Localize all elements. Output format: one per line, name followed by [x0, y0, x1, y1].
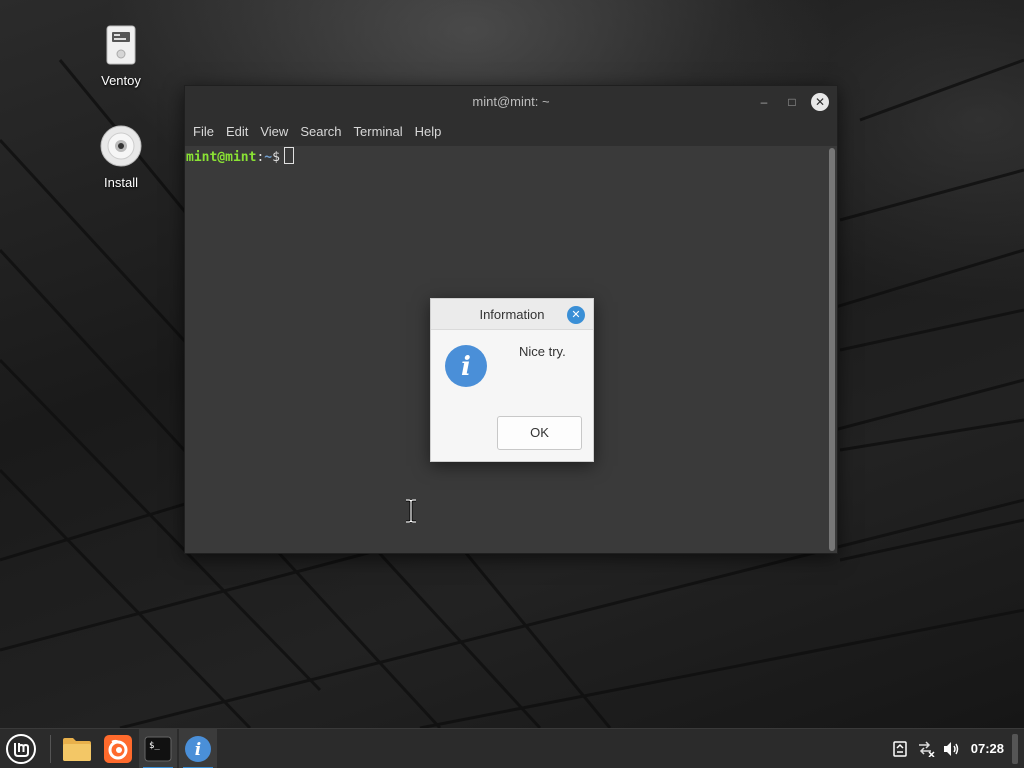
- desktop-icon-label: Ventoy: [101, 73, 141, 88]
- dialog-title: Information: [479, 307, 545, 322]
- firefox-icon: [104, 735, 132, 763]
- terminal-icon-glyph: $_: [149, 741, 160, 751]
- maximize-button[interactable]: □: [783, 93, 801, 111]
- desktop: Ventoy Install mint@mint: ~ – □ ✕ File E…: [0, 0, 1024, 728]
- menu-view[interactable]: View: [256, 118, 296, 146]
- files-launcher[interactable]: [58, 729, 96, 768]
- firefox-launcher[interactable]: [99, 729, 137, 768]
- ibeam-cursor-icon: [406, 499, 416, 523]
- minimize-button[interactable]: –: [755, 93, 773, 111]
- info-icon-glyph: i: [195, 740, 201, 760]
- desktop-icon-label: Install: [104, 175, 138, 190]
- clipboard-tray-button[interactable]: [887, 729, 913, 768]
- clock[interactable]: 07:28: [965, 729, 1012, 768]
- desktop-icon-ventoy[interactable]: Ventoy: [81, 24, 161, 88]
- terminal-taskbar-button[interactable]: $_: [139, 729, 177, 768]
- text-cursor: [283, 147, 294, 164]
- prompt-path: ~: [264, 150, 273, 165]
- menu-file[interactable]: File: [189, 118, 222, 146]
- desktop-icon-install[interactable]: Install: [81, 124, 161, 190]
- prompt-symbol: $: [272, 150, 280, 165]
- disc-icon: [100, 125, 142, 167]
- terminal-icon: $_: [144, 736, 172, 762]
- info-icon-glyph: i: [461, 352, 471, 382]
- info-dialog-taskbar-button[interactable]: i: [179, 729, 217, 768]
- dialog-close-button[interactable]: ✕: [567, 306, 585, 324]
- system-tray: 07:28: [887, 729, 1024, 768]
- prompt-user: mint@mint: [186, 150, 257, 165]
- info-icon: i: [185, 736, 211, 762]
- taskbar: $_ i 07:28: [0, 728, 1024, 768]
- dialog-titlebar[interactable]: Information ✕: [431, 299, 593, 330]
- ok-button[interactable]: OK: [497, 416, 582, 450]
- panel-grip[interactable]: [1012, 734, 1018, 764]
- menu-terminal[interactable]: Terminal: [350, 118, 411, 146]
- network-disconnected-icon: [918, 741, 935, 757]
- terminal-titlebar[interactable]: mint@mint: ~ – □ ✕: [185, 86, 837, 118]
- menu-help[interactable]: Help: [411, 118, 450, 146]
- info-icon: i: [445, 345, 487, 392]
- mint-menu-icon: [6, 734, 36, 764]
- usb-drive-icon: [106, 25, 136, 65]
- menu-search[interactable]: Search: [296, 118, 349, 146]
- information-dialog: Information ✕ i Nice try. OK: [430, 298, 594, 462]
- terminal-scrollbar[interactable]: [829, 148, 835, 551]
- close-button[interactable]: ✕: [811, 93, 829, 111]
- folder-icon: [63, 738, 91, 761]
- network-tray-button[interactable]: [913, 729, 939, 768]
- menu-edit[interactable]: Edit: [222, 118, 256, 146]
- volume-tray-button[interactable]: [939, 729, 965, 768]
- start-menu-button[interactable]: [2, 729, 40, 768]
- taskbar-separator: [50, 735, 51, 763]
- clipboard-icon: [893, 741, 907, 757]
- volume-icon: [943, 742, 958, 756]
- terminal-menubar: File Edit View Search Terminal Help: [185, 118, 837, 146]
- terminal-title: mint@mint: ~: [472, 94, 550, 109]
- dialog-message: Nice try.: [519, 344, 566, 359]
